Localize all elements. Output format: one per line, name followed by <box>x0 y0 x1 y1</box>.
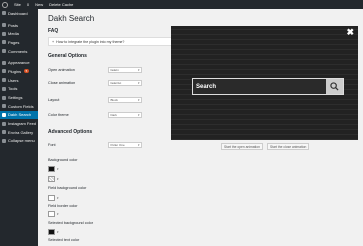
font-row: Font Poller One ▾ <box>48 141 208 149</box>
wordpress-logo-icon[interactable] <box>2 1 8 8</box>
page-icon <box>2 40 6 45</box>
selected-text-color-swatch[interactable] <box>48 229 55 235</box>
general-options-title: General Options <box>48 53 87 59</box>
field-border-color-row: Field border color <box>48 202 208 210</box>
main-content: Dakh Search FAQ + How to integrate the p… <box>38 9 363 246</box>
start-open-animation-button[interactable]: Start the open animation <box>221 143 263 150</box>
sidebar-item-tools[interactable]: Tools <box>0 85 38 94</box>
sidebar-item-users[interactable]: Users <box>0 76 38 85</box>
chevron-down-icon: ▾ <box>57 212 59 216</box>
sidebar-item-posts[interactable]: Posts <box>0 21 38 30</box>
open-animation-select[interactable]: fadeIn ▾ <box>108 67 142 73</box>
background-color-picker[interactable]: ▾ <box>48 165 208 173</box>
selected-background-color-row: Selected background color <box>48 219 208 227</box>
chevron-down-icon: ▾ <box>57 167 59 171</box>
magnifier-icon <box>330 82 339 91</box>
selected-background-color-label: Selected background color <box>48 221 93 225</box>
chevron-down-icon: ▾ <box>137 98 140 102</box>
selected-background-color-picker[interactable]: ▾ <box>48 210 208 218</box>
sidebar-item-dashboard[interactable]: Dashboard <box>0 9 38 18</box>
adminbar-delete-cache[interactable]: Delete Cache <box>49 0 73 9</box>
field-border-color-picker[interactable]: ▾ <box>48 194 208 202</box>
pin-icon <box>2 23 6 28</box>
background-color-label: Background color <box>48 158 78 162</box>
instagram-icon <box>2 121 6 126</box>
comment-icon <box>2 49 6 54</box>
fields-icon <box>2 104 6 109</box>
adminbar-comments[interactable]: 0 <box>27 0 29 9</box>
media-icon <box>2 31 6 36</box>
close-animation-select[interactable]: fadeOut ▾ <box>108 80 142 86</box>
background-color-swatch[interactable] <box>48 166 55 172</box>
font-select[interactable]: Poller One ▾ <box>108 142 142 148</box>
field-border-color-swatch[interactable] <box>48 195 55 201</box>
sidebar-item-settings[interactable]: Settings <box>0 93 38 102</box>
field-background-color-picker[interactable]: ▾ <box>48 175 208 183</box>
adminbar-site[interactable]: Site <box>14 0 21 9</box>
chevron-down-icon: ▾ <box>57 196 59 200</box>
font-label: Font <box>48 143 56 147</box>
sidebar-item-pages[interactable]: Pages <box>0 38 38 47</box>
sidebar-item-collapse-menu[interactable]: Collapse menu <box>0 137 38 146</box>
field-background-color-row: Field background color <box>48 184 208 192</box>
plugins-update-badge: 5 <box>24 69 29 74</box>
selected-background-color-swatch[interactable] <box>48 211 55 217</box>
color-theme-select[interactable]: Dark ▾ <box>108 112 142 118</box>
sidebar-item-appearance[interactable]: Appearance <box>0 58 38 67</box>
search-icon <box>2 112 6 117</box>
chevron-down-icon: ▾ <box>137 81 140 85</box>
field-background-color-label: Field background color <box>48 186 87 190</box>
search-preview: ✖ Search <box>171 26 358 140</box>
field-background-color-swatch[interactable] <box>48 176 55 182</box>
chevron-down-icon: ▾ <box>137 113 140 117</box>
settings-icon <box>2 95 6 100</box>
adminbar-new[interactable]: New <box>35 0 43 9</box>
gallery-icon <box>2 130 6 135</box>
sidebar-item-plugins[interactable]: Plugins 5 <box>0 67 38 76</box>
preview-search-field[interactable]: Search <box>192 78 344 95</box>
collapse-icon <box>2 138 6 143</box>
faq-title: FAQ <box>48 28 59 34</box>
selected-text-color-picker[interactable]: ▾ <box>48 228 208 236</box>
layout-label: Layout <box>48 98 60 102</box>
color-theme-label: Color theme <box>48 113 69 117</box>
preview-search-input[interactable]: Search <box>193 79 326 94</box>
open-animation-label: Open animation <box>48 68 75 72</box>
chevron-down-icon: ▾ <box>137 68 140 72</box>
sidebar-item-dakh-search[interactable]: Dakh Search <box>0 110 38 120</box>
sidebar-item-custom-fields[interactable]: Custom Fields <box>0 102 38 111</box>
chevron-down-icon: ▾ <box>57 177 59 181</box>
sidebar-item-instagram-feed[interactable]: Instagram Feed <box>0 119 38 128</box>
selected-text-color-row: Selected text color <box>48 236 208 244</box>
page-title: Dakh Search <box>48 14 95 23</box>
close-icon[interactable]: ✖ <box>346 28 354 37</box>
chevron-down-icon: ▾ <box>137 143 140 147</box>
plus-icon: + <box>52 39 55 44</box>
sidebar-item-envira-gallery[interactable]: Envira Gallery <box>0 128 38 137</box>
preview-search-button[interactable] <box>326 79 343 94</box>
chevron-down-icon: ▾ <box>57 230 59 234</box>
close-animation-label: Close animation <box>48 81 76 85</box>
start-close-animation-button[interactable]: Start the close animation <box>267 143 310 150</box>
wrench-icon <box>2 86 6 91</box>
field-border-color-label: Field border color <box>48 204 78 208</box>
background-color-row: Background color <box>48 156 208 164</box>
admin-sidebar: Dashboard Posts Media Pages Comments App… <box>0 9 38 246</box>
user-icon <box>2 78 6 83</box>
brush-icon <box>2 60 6 65</box>
selected-text-color-label: Selected text color <box>48 238 80 242</box>
dashboard-icon <box>2 11 6 16</box>
sidebar-item-comments[interactable]: Comments <box>0 47 38 56</box>
advanced-options-title: Advanced Options <box>48 129 93 135</box>
admin-bar: Site 0 New Delete Cache <box>0 0 363 9</box>
sidebar-item-media[interactable]: Media <box>0 29 38 38</box>
plug-icon <box>2 69 6 74</box>
layout-select[interactable]: Block ▾ <box>108 97 142 103</box>
